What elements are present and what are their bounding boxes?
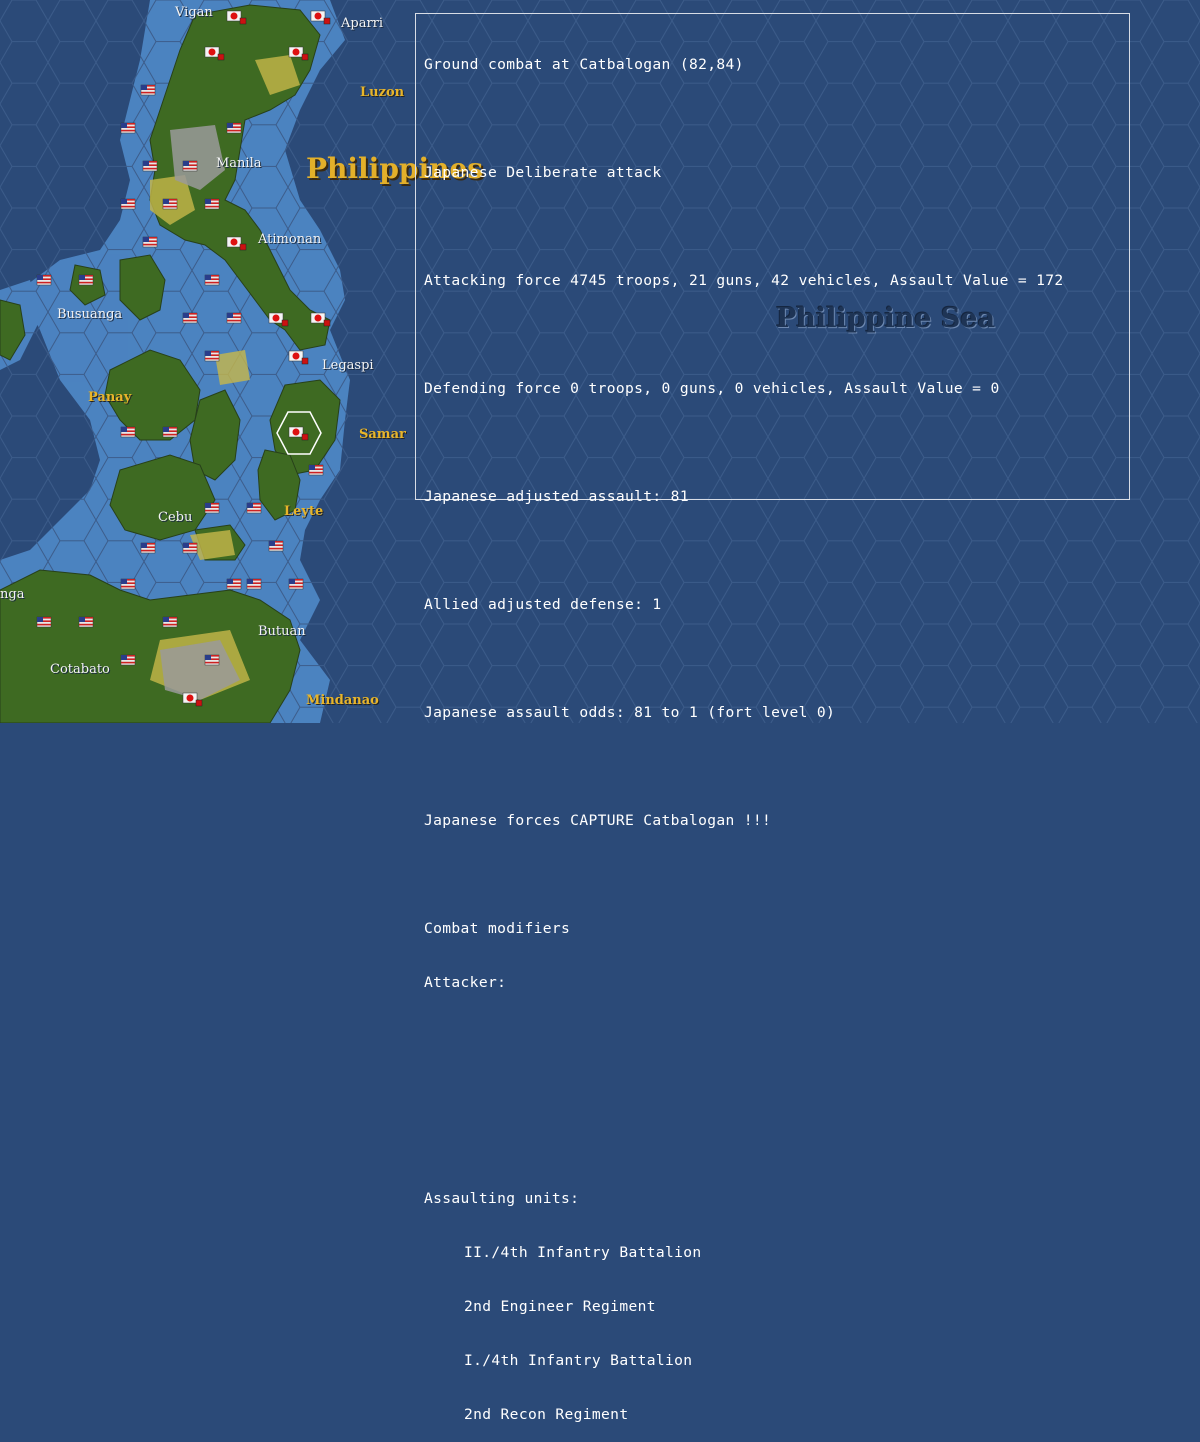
us-flag-icon[interactable] <box>142 160 158 172</box>
us-flag-icon[interactable] <box>204 654 220 666</box>
place-label-mindanao: Mindanao <box>306 693 379 708</box>
report-unit: I./4th Infantry Battalion <box>464 1352 693 1369</box>
us-flag-icon[interactable] <box>204 502 220 514</box>
place-label-busuanga: Busuanga <box>57 307 123 322</box>
report-spacer <box>424 434 1121 452</box>
report-spacer <box>424 110 1121 128</box>
place-label-aparri: Aparri <box>341 16 384 31</box>
report-spacer <box>424 542 1121 560</box>
report-spacer <box>424 218 1121 236</box>
us-flag-icon[interactable] <box>182 542 198 554</box>
report-spacer <box>424 650 1121 668</box>
us-flag-icon[interactable] <box>204 198 220 210</box>
place-label-cebu: Cebu <box>158 510 193 525</box>
report-spacer <box>424 326 1121 344</box>
us-flag-icon[interactable] <box>288 578 304 590</box>
us-flag-icon[interactable] <box>140 84 156 96</box>
report-spacer <box>424 1082 1121 1100</box>
place-label-vigan: Vigan <box>175 5 213 20</box>
us-flag-icon[interactable] <box>120 122 136 134</box>
report-attacking-force: Attacking force 4745 troops, 21 guns, 42… <box>424 272 1064 289</box>
us-flag-icon[interactable] <box>162 198 178 210</box>
place-label-cotabato: Cotabato <box>50 662 110 677</box>
report-assault-odds: Japanese assault odds: 81 to 1 (fort lev… <box>424 704 836 721</box>
report-defending-force: Defending force 0 troops, 0 guns, 0 vehi… <box>424 380 1000 397</box>
report-units-header: Assaulting units: <box>424 1190 580 1207</box>
report-attack-type: Japanese Deliberate attack <box>424 164 662 181</box>
report-spacer <box>424 758 1121 776</box>
us-flag-icon[interactable] <box>246 502 262 514</box>
place-label-manila: Manila <box>216 156 262 171</box>
us-flag-icon[interactable] <box>246 578 262 590</box>
us-flag-icon[interactable] <box>142 236 158 248</box>
report-spacer <box>424 1136 1121 1154</box>
report-title: Ground combat at Catbalogan (82,84) <box>424 56 744 73</box>
us-flag-icon[interactable] <box>226 578 242 590</box>
us-flag-icon[interactable] <box>120 578 136 590</box>
us-flag-icon[interactable] <box>120 426 136 438</box>
report-spacer <box>424 1028 1121 1046</box>
place-label-panay: Panay <box>88 390 132 405</box>
us-flag-icon[interactable] <box>268 540 284 552</box>
us-flag-icon[interactable] <box>308 464 324 476</box>
us-flag-icon[interactable] <box>204 350 220 362</box>
us-flag-icon[interactable] <box>182 160 198 172</box>
place-label-atimonan: Atimonan <box>258 232 322 247</box>
us-flag-icon[interactable] <box>36 616 52 628</box>
report-unit: 2nd Engineer Regiment <box>464 1298 656 1315</box>
place-label-leyte: Leyte <box>284 504 324 519</box>
place-label-luzon: Luzon <box>360 85 405 100</box>
report-attacker-label: Attacker: <box>424 974 507 991</box>
us-flag-icon[interactable] <box>226 312 242 324</box>
place-label-nga: nga <box>0 587 25 602</box>
combat-report-panel[interactable]: Ground combat at Catbalogan (82,84) Japa… <box>415 13 1130 1423</box>
place-label-samar: Samar <box>359 427 406 442</box>
us-flag-icon[interactable] <box>226 122 242 134</box>
us-flag-icon[interactable] <box>182 312 198 324</box>
place-label-legaspi: Legaspi <box>322 358 374 373</box>
report-unit: 2nd Recon Regiment <box>464 1406 629 1423</box>
report-result: Japanese forces CAPTURE Catbalogan !!! <box>424 812 772 829</box>
report-unit: II./4th Infantry Battalion <box>464 1244 702 1261</box>
us-flag-icon[interactable] <box>162 616 178 628</box>
us-flag-icon[interactable] <box>162 426 178 438</box>
us-flag-icon[interactable] <box>78 274 94 286</box>
report-adjusted-assault: Japanese adjusted assault: 81 <box>424 488 689 505</box>
us-flag-icon[interactable] <box>78 616 94 628</box>
us-flag-icon[interactable] <box>120 198 136 210</box>
report-adjusted-defense: Allied adjusted defense: 1 <box>424 596 662 613</box>
us-flag-icon[interactable] <box>204 274 220 286</box>
report-modifiers-header: Combat modifiers <box>424 920 571 937</box>
us-flag-icon[interactable] <box>36 274 52 286</box>
report-spacer <box>424 866 1121 884</box>
place-label-butuan: Butuan <box>258 624 306 639</box>
us-flag-icon[interactable] <box>120 654 136 666</box>
us-flag-icon[interactable] <box>140 542 156 554</box>
